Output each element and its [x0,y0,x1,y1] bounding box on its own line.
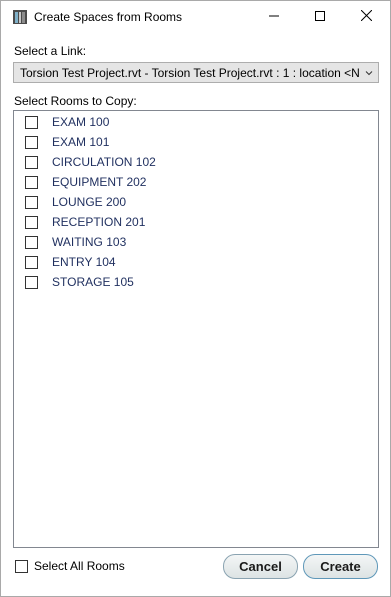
room-item[interactable]: STORAGE 105 [14,272,378,292]
maximize-button[interactable] [297,1,343,33]
room-checkbox[interactable] [25,236,38,249]
room-name: CIRCULATION 102 [52,155,156,169]
link-select[interactable]: Torsion Test Project.rvt - Torsion Test … [13,62,379,83]
dialog-window: Create Spaces from Rooms Select a Link: … [0,0,391,597]
room-checkbox[interactable] [25,276,38,289]
room-item[interactable]: ENTRY 104 [14,252,378,272]
title-bar[interactable]: Create Spaces from Rooms [1,1,390,33]
select-all-label: Select All Rooms [34,559,125,573]
room-item[interactable]: RECEPTION 201 [14,212,378,232]
room-item[interactable]: EQUIPMENT 202 [14,172,378,192]
room-name: WAITING 103 [52,235,127,249]
room-checkbox[interactable] [25,256,38,269]
room-checkbox[interactable] [25,136,38,149]
room-name: EXAM 100 [52,115,110,129]
room-name: RECEPTION 201 [52,215,146,229]
room-name: STORAGE 105 [52,275,134,289]
room-name: EQUIPMENT 202 [52,175,147,189]
create-button[interactable]: Create [303,554,378,579]
select-all-rooms[interactable]: Select All Rooms [15,559,135,575]
rooms-list[interactable]: EXAM 100 EXAM 101 CIRCULATION 102 EQUIPM… [13,110,379,548]
room-checkbox[interactable] [25,176,38,189]
room-checkbox[interactable] [25,116,38,129]
link-label: Select a Link: [14,44,87,58]
room-item[interactable]: LOUNGE 200 [14,192,378,212]
room-item[interactable]: EXAM 100 [14,112,378,132]
room-name: LOUNGE 200 [52,195,127,209]
minimize-button[interactable] [251,1,297,33]
chevron-down-icon[interactable] [363,67,375,79]
select-all-checkbox[interactable] [15,560,28,573]
room-item[interactable]: CIRCULATION 102 [14,152,378,172]
maximize-icon [315,10,325,24]
room-checkbox[interactable] [25,216,38,229]
room-name: ENTRY 104 [52,255,116,269]
rooms-label: Select Rooms to Copy: [14,94,137,108]
room-checkbox[interactable] [25,196,38,209]
room-item[interactable]: EXAM 101 [14,132,378,152]
app-icon [12,9,28,25]
room-item[interactable]: WAITING 103 [14,232,378,252]
link-select-value: Torsion Test Project.rvt - Torsion Test … [20,66,360,80]
window-title: Create Spaces from Rooms [34,10,183,24]
close-icon [360,9,372,24]
minimize-icon [269,10,279,24]
room-name: EXAM 101 [52,135,110,149]
cancel-button[interactable]: Cancel [223,554,298,579]
room-checkbox[interactable] [25,156,38,169]
close-button[interactable] [343,1,389,33]
